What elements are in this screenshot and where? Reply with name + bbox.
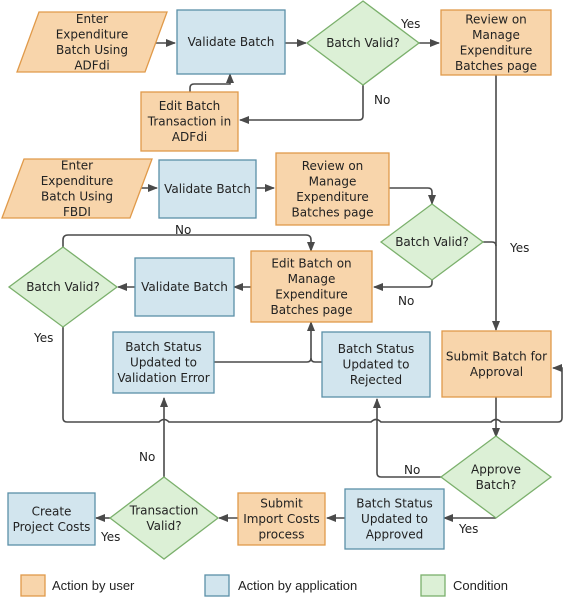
node-valid-3: Batch Valid?	[7, 246, 119, 328]
node-text-line: Updated to	[361, 512, 428, 526]
node-submit-approval: Submit Batch for Approval	[441, 330, 552, 398]
node-text-line: Batch Status	[356, 497, 433, 511]
node-text-line: process	[258, 528, 304, 542]
node-txn-valid: Transaction Valid?	[108, 476, 220, 560]
label-valid-3-yes: Yes	[33, 331, 53, 345]
label-txn-no: No	[139, 450, 155, 464]
legend-label-user: Action by user	[52, 578, 135, 593]
node-review-1: Review on ManageExpenditure Batches page	[440, 9, 552, 76]
node-text-line: Batch Status	[338, 342, 415, 356]
node-text-line: Create	[32, 504, 72, 518]
node-text-line: Batches page	[455, 59, 537, 73]
node-text-line: Batch Using	[41, 189, 113, 203]
node-text-line: FBDI	[63, 205, 91, 219]
node-status-validation-error: Batch Status Updated toValidation Error	[112, 331, 215, 394]
node-text-line: Validate Batch	[164, 182, 251, 196]
edge-validation-error-to-edit	[214, 321, 315, 363]
legend: Action by user Action by application Con…	[20, 574, 508, 597]
node-validate-1: Validate Batch	[176, 9, 286, 75]
label-valid-1-yes: Yes	[400, 17, 420, 31]
label-valid-2-no: No	[398, 294, 414, 308]
node-text-line: Manage	[288, 272, 336, 286]
node-edit-manage: Edit Batch on ManageExpenditure Batches pa…	[250, 250, 373, 323]
node-edit-adfdi: Edit Batch Transaction inADFdi	[140, 91, 239, 152]
node-text-line: Approval	[470, 365, 523, 379]
edge-valid-3-no-to-edit	[62, 234, 315, 252]
node-text-line: Approve	[471, 462, 521, 476]
node-text-line: Valid?	[146, 519, 181, 533]
label-approve-yes: Yes	[458, 522, 478, 536]
node-text-line: Batches page	[271, 303, 353, 317]
node-text-line: Expenditure	[56, 27, 129, 41]
node-validate-3: Validate Batch	[134, 257, 235, 317]
node-text-line: Expenditure	[296, 190, 369, 204]
node-text-line: Rejected	[350, 373, 402, 387]
node-valid-2: Batch Valid?	[379, 203, 485, 281]
node-text-line: Validation Error	[117, 371, 209, 385]
node-text-line: Validate Batch	[188, 35, 275, 49]
node-status-rejected: Batch Status Updated toRejected	[321, 331, 431, 398]
node-text-line: Expenditure	[275, 287, 348, 301]
node-enter-adfdi: EnterExpenditure Batch UsingADFdi	[16, 11, 168, 73]
node-text-line: Updated to	[130, 356, 197, 370]
node-text-line: Approved	[366, 528, 424, 542]
edge-rejected-to-edit	[310, 357, 322, 363]
node-text-line: Edit Batch	[159, 99, 221, 113]
node-text-line: Import Costs	[243, 512, 320, 526]
label-approve-no: No	[404, 463, 420, 477]
node-text-line: Expenditure	[460, 43, 533, 57]
legend-swatch-condition	[420, 574, 446, 597]
node-text-line: Enter	[76, 12, 108, 26]
node-status-approved: Batch StatusUpdated to Approved	[344, 488, 445, 550]
node-review-2: Review onManage ExpenditureBatches page	[275, 152, 390, 226]
node-enter-fbdi: Enter ExpenditureBatch Using FBDI	[1, 158, 153, 219]
label-valid-1-no: No	[374, 93, 390, 107]
nodes: EnterExpenditureBatch UsingADFdiValidate…	[1, 0, 553, 560]
edge-edit-adfdi-to-validate-1	[189, 73, 234, 92]
edge-valid-2-no-to-edit	[373, 280, 433, 291]
edge-review-2-to-valid-2	[389, 187, 436, 205]
legend-label-application: Action by application	[238, 578, 357, 593]
node-text-line: Batch?	[476, 478, 517, 492]
label-txn-yes: Yes	[100, 530, 120, 544]
node-text-line: Updated to	[343, 358, 410, 372]
node-text-line: Batches page	[292, 205, 374, 219]
node-text-line: Submit Batch for	[446, 349, 547, 363]
edge-valid-1-no-to-edit-adfdi	[239, 85, 364, 124]
node-text-line: Batch Valid?	[26, 280, 100, 294]
node-text-line: Batch Valid?	[326, 36, 400, 50]
node-text-line: Edit Batch on	[271, 256, 351, 270]
node-approve: Approve Batch?	[439, 435, 553, 519]
node-text-line: Review on	[302, 159, 364, 173]
legend-swatch-user	[20, 574, 46, 597]
node-text-line: Manage	[472, 28, 520, 42]
flowchart: EnterExpenditureBatch UsingADFdiValidate…	[1, 0, 563, 597]
node-text-line: Transaction	[129, 503, 199, 517]
node-submit-import: SubmitImport Costs process	[237, 492, 326, 546]
node-create-costs: Create Project Costs	[7, 492, 96, 546]
node-text-line: Submit	[260, 497, 303, 511]
node-validate-2: Validate Batch	[158, 159, 257, 219]
label-valid-2-yes: Yes	[509, 241, 529, 255]
node-text-line: Project Costs	[13, 520, 91, 534]
node-text-line: Batch Using	[56, 43, 128, 57]
node-valid-1: Batch Valid?	[305, 0, 421, 86]
node-text-line: Validate Batch	[141, 280, 228, 294]
node-text-line: Transaction in	[147, 115, 231, 129]
node-text-line: Review on	[465, 12, 527, 26]
node-text-line: Enter	[61, 158, 93, 172]
node-text-line: ADFdi	[74, 58, 109, 72]
legend-swatch-application	[204, 574, 230, 597]
node-text-line: Manage	[309, 174, 357, 188]
legend-label-condition: Condition	[453, 578, 508, 593]
node-text-line: Batch Valid?	[395, 235, 469, 249]
node-text-line: Expenditure	[41, 174, 114, 188]
edge-valid-2-yes	[483, 241, 497, 247]
node-text-line: Batch Status	[125, 340, 202, 354]
label-valid-3-no: No	[175, 223, 191, 237]
node-text-line: ADFdi	[172, 130, 207, 144]
